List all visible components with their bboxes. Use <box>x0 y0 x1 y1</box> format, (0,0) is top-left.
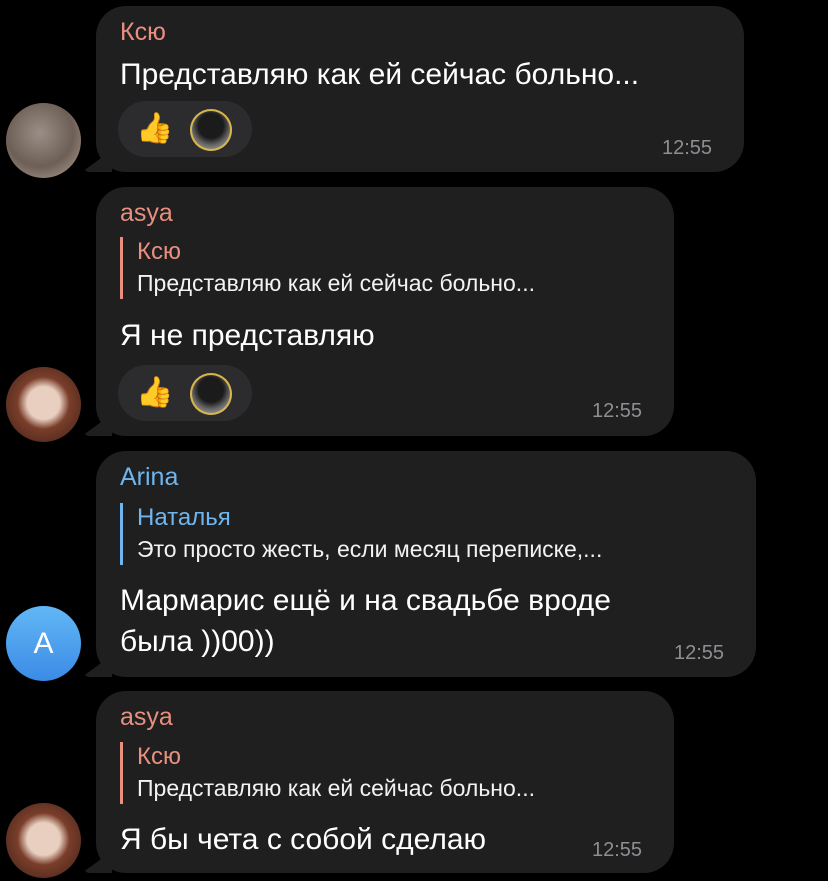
reply-sender: Ксю <box>137 743 181 770</box>
reply-quote[interactable]: Ксю Представляю как ей сейчас больно... <box>120 237 535 299</box>
reply-sender: Ксю <box>137 238 181 265</box>
thumbs-up-icon[interactable]: 👍 <box>136 375 173 411</box>
message-text: Представляю как ей сейчас больно... <box>120 58 640 91</box>
message-text: Я не представляю <box>120 319 375 352</box>
reactor-avatar[interactable] <box>190 373 232 415</box>
message-text-line-2: была ))00)) <box>120 625 275 658</box>
message-bubble[interactable]: asya Ксю Представляю как ей сейчас больн… <box>96 187 674 436</box>
reactor-avatar[interactable] <box>190 109 232 151</box>
reactions-bar[interactable]: 👍 <box>118 365 252 421</box>
sender-name[interactable]: Ксю <box>120 18 166 47</box>
avatar[interactable]: A <box>6 606 81 681</box>
thumbs-up-icon[interactable]: 👍 <box>136 111 173 147</box>
message-bubble[interactable]: Ксю Представляю как ей сейчас больно... … <box>96 6 744 172</box>
reply-text: Представляю как ей сейчас больно... <box>137 775 535 801</box>
avatar[interactable] <box>6 803 81 878</box>
message-time: 12:55 <box>592 839 643 861</box>
message-bubble[interactable]: asya Ксю Представляю как ей сейчас больн… <box>96 691 674 873</box>
message-time: 12:55 <box>592 400 643 422</box>
sender-name[interactable]: asya <box>120 199 173 228</box>
avatar[interactable] <box>6 367 81 442</box>
avatar[interactable] <box>6 103 81 178</box>
message-bubble[interactable]: Arina Наталья Это просто жесть, если мес… <box>96 451 756 677</box>
message-time: 12:55 <box>674 642 725 664</box>
sender-name[interactable]: asya <box>120 703 173 732</box>
reply-text: Это просто жесть, если месяц переписке,.… <box>137 536 603 562</box>
message-text: Я бы чета с собой сделаю <box>120 823 487 856</box>
reply-quote[interactable]: Ксю Представляю как ей сейчас больно... <box>120 742 535 804</box>
reply-sender: Наталья <box>137 504 231 531</box>
sender-name[interactable]: Arina <box>120 463 178 492</box>
reply-quote[interactable]: Наталья Это просто жесть, если месяц пер… <box>120 503 602 565</box>
reply-text: Представляю как ей сейчас больно... <box>137 270 535 296</box>
reactions-bar[interactable]: 👍 <box>118 101 252 157</box>
message-time: 12:55 <box>662 137 713 159</box>
message-text-line-1: Мармарис ещё и на свадьбе вроде <box>120 584 611 617</box>
